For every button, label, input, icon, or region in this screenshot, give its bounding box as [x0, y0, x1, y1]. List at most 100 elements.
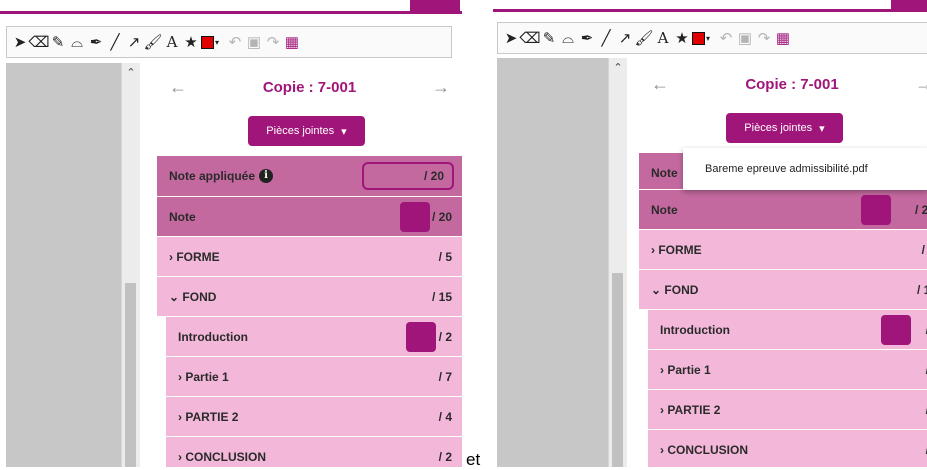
- top-tab[interactable]: [891, 0, 927, 12]
- introduction-input[interactable]: [881, 315, 911, 345]
- note-row: Note / 20: [639, 189, 927, 229]
- introduction-row: Introduction / 2: [648, 309, 927, 349]
- conclusion-score: / 2: [438, 449, 452, 464]
- partie2-row[interactable]: › PARTIE 2 / 4: [166, 396, 462, 436]
- save-icon[interactable]: ▣: [736, 27, 754, 49]
- forme-score: / 5: [438, 249, 452, 264]
- eraser-icon[interactable]: ⌫: [28, 31, 49, 53]
- undo-icon[interactable]: ↶: [226, 31, 244, 53]
- pencil-outline-icon[interactable]: ✎: [49, 31, 67, 53]
- grading-panel: ← Copie : 7-001 → Pièces jointes ▾ Note …: [639, 58, 927, 467]
- introduction-score: / 2: [438, 329, 452, 344]
- info-icon[interactable]: i: [259, 169, 274, 184]
- forme-score: / 5: [921, 242, 927, 257]
- star-icon[interactable]: ★: [182, 31, 200, 53]
- arrow-icon[interactable]: ↗: [125, 31, 143, 53]
- redo-icon[interactable]: ↷: [264, 31, 282, 53]
- scroll-up-icon[interactable]: ⌃: [609, 61, 627, 74]
- calculator-icon[interactable]: ▦: [283, 31, 301, 53]
- forme-row[interactable]: › FORME / 5: [157, 236, 462, 276]
- next-arrow-icon[interactable]: →: [432, 77, 450, 98]
- star-icon[interactable]: ★: [673, 27, 691, 49]
- partie2-row[interactable]: › PARTIE 2 / 4: [648, 389, 927, 429]
- introduction-label: Introduction: [660, 322, 730, 337]
- introduction-input[interactable]: [406, 322, 436, 352]
- expand-chevron-icon[interactable]: ›: [651, 243, 655, 257]
- partie1-row[interactable]: › Partie 1 / 7: [166, 356, 462, 396]
- note-appliquee-label: Note appliquée: [169, 168, 256, 183]
- expand-chevron-icon[interactable]: ›: [660, 403, 664, 417]
- text-icon[interactable]: A: [163, 31, 181, 53]
- save-icon[interactable]: ▣: [245, 31, 263, 53]
- chevron-down-icon: ▾: [341, 125, 347, 138]
- introduction-row: Introduction / 2: [166, 316, 462, 356]
- conclusion-row[interactable]: › CONCLUSION / 2: [648, 429, 927, 467]
- pieces-jointes-dropdown: Bareme epreuve admissibilité.pdf: [683, 148, 927, 190]
- scroll-thumb[interactable]: [612, 273, 623, 467]
- expand-chevron-icon[interactable]: ›: [169, 250, 173, 264]
- fond-label: FOND: [182, 289, 217, 304]
- copie-header: ← Copie : 7-001 →: [157, 77, 462, 105]
- annotation-toolbar: ➤ ⌫ ✎ ⌓ ✒ ╱ ↗ 🖌 A ★ ▾ ↶ ▣ ↷ ▦: [497, 22, 927, 54]
- note-input[interactable]: [400, 202, 430, 232]
- pencil-outline-icon[interactable]: ✎: [540, 27, 558, 49]
- expand-chevron-icon[interactable]: ›: [660, 443, 664, 457]
- scroll-thumb[interactable]: [125, 283, 136, 467]
- note-appliquee-score: / 20: [423, 169, 444, 183]
- eraser-icon[interactable]: ⌫: [519, 27, 540, 49]
- note-label: Note: [169, 209, 196, 224]
- left-screenshot: ➤ ⌫ ✎ ⌓ ✒ ╱ ↗ 🖌 A ★ ▾ ↶ ▣ ↷ ▦ ⌃ ← Copie …: [0, 0, 462, 467]
- note-input[interactable]: [861, 195, 891, 225]
- copie-title: Copie : 7-001: [262, 79, 357, 96]
- top-tab[interactable]: [410, 0, 460, 14]
- note-score: / 20: [431, 209, 452, 224]
- undo-icon[interactable]: ↶: [717, 27, 735, 49]
- fond-row[interactable]: ⌄ FOND / 15: [157, 276, 462, 316]
- pen-icon[interactable]: ✒: [578, 27, 596, 49]
- color-picker-icon[interactable]: ▾: [692, 27, 710, 49]
- fond-score: / 19: [916, 282, 927, 297]
- partie1-row[interactable]: › Partie 1 / 7: [648, 349, 927, 389]
- fond-row[interactable]: ⌄ FOND / 19: [639, 269, 927, 309]
- expand-chevron-icon[interactable]: ›: [178, 370, 182, 384]
- select-arrow-icon[interactable]: ➤: [11, 31, 29, 53]
- note-label: Note: [651, 202, 678, 217]
- forme-row[interactable]: › FORME / 5: [639, 229, 927, 269]
- viewer-scrollbar[interactable]: ⌃: [121, 63, 140, 467]
- expand-chevron-icon[interactable]: ›: [178, 450, 182, 464]
- forme-label: FORME: [176, 249, 220, 264]
- next-arrow-icon[interactable]: →: [915, 74, 927, 95]
- pen-icon[interactable]: ✒: [87, 31, 105, 53]
- text-icon[interactable]: A: [654, 27, 672, 49]
- partie2-label: PARTIE 2: [185, 409, 239, 424]
- attachment-file-link[interactable]: Bareme epreuve admissibilité.pdf: [705, 163, 868, 175]
- calculator-icon[interactable]: ▦: [774, 27, 792, 49]
- scroll-up-icon[interactable]: ⌃: [122, 66, 140, 79]
- forme-label: FORME: [658, 242, 702, 257]
- shape-icon[interactable]: ⌓: [68, 31, 86, 53]
- shape-icon[interactable]: ⌓: [559, 27, 577, 49]
- color-picker-icon[interactable]: ▾: [201, 31, 219, 53]
- line-icon[interactable]: ╱: [106, 31, 124, 53]
- expand-chevron-icon[interactable]: ›: [660, 363, 664, 377]
- pieces-jointes-button[interactable]: Pièces jointes ▾: [248, 116, 365, 146]
- brush-icon[interactable]: 🖌: [143, 31, 162, 53]
- select-arrow-icon[interactable]: ➤: [502, 27, 520, 49]
- expand-chevron-icon[interactable]: ›: [178, 410, 182, 424]
- top-accent-bar: [493, 9, 927, 12]
- redo-icon[interactable]: ↷: [755, 27, 773, 49]
- conclusion-label: CONCLUSION: [667, 442, 749, 457]
- collapse-chevron-icon[interactable]: ⌄: [169, 290, 179, 304]
- conclusion-row[interactable]: › CONCLUSION / 2: [166, 436, 462, 467]
- brush-icon[interactable]: 🖌: [634, 27, 653, 49]
- document-viewer: [6, 63, 121, 467]
- pieces-jointes-button[interactable]: Pièces jointes ▾: [726, 113, 843, 143]
- chevron-down-icon: ▾: [819, 122, 825, 135]
- arrow-icon[interactable]: ↗: [616, 27, 634, 49]
- fond-label: FOND: [664, 282, 699, 297]
- viewer-scrollbar[interactable]: ⌃: [608, 58, 627, 467]
- fond-score: / 15: [431, 289, 452, 304]
- partie1-label: Partie 1: [185, 369, 229, 384]
- line-icon[interactable]: ╱: [597, 27, 615, 49]
- collapse-chevron-icon[interactable]: ⌄: [651, 283, 661, 297]
